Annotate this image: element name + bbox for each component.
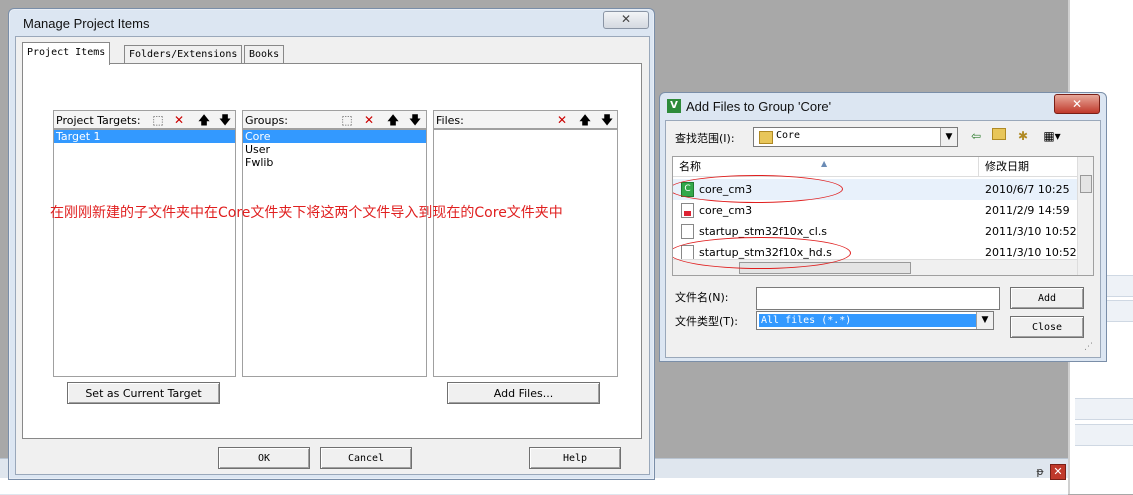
look-in-dropdown[interactable]: Core ▼	[753, 127, 958, 147]
file-date: 2011/2/9 14:59	[985, 204, 1070, 217]
look-in-label: 查找范围(I):	[675, 132, 735, 145]
up-folder-icon[interactable]	[991, 128, 1007, 144]
files-header: Files: ✕ 🡅 🡇	[433, 110, 618, 129]
groups-list[interactable]: Core User Fwlib	[242, 129, 427, 377]
set-current-target-button[interactable]: Set as Current Target	[67, 382, 220, 404]
tab-books[interactable]: Books	[244, 45, 285, 64]
file-row[interactable]: core_cm3 2011/2/9 14:59	[673, 200, 1077, 221]
dialog-title: Add Files to Group 'Core'	[686, 99, 832, 114]
file-type-dropdown[interactable]: All files (*.*) ▼	[756, 311, 994, 330]
close-icon[interactable]: ✕	[1050, 464, 1066, 480]
move-down-icon[interactable]: 🡇	[218, 113, 232, 127]
asm-file-icon	[681, 224, 694, 239]
look-in-value: Core	[776, 130, 801, 141]
close-button[interactable]: ✕	[1054, 94, 1100, 114]
file-date: 2011/3/10 10:52	[985, 225, 1077, 238]
sort-arrow-icon: ▲	[821, 159, 828, 168]
chevron-down-icon[interactable]: ▼	[940, 128, 957, 146]
name-column-label: 名称	[679, 160, 701, 173]
list-item[interactable]: Target 1	[54, 130, 235, 143]
annotation-ellipse	[673, 237, 851, 269]
list-item[interactable]: User	[243, 143, 426, 156]
vertical-scrollbar[interactable]	[1077, 157, 1093, 275]
close-dialog-button[interactable]: Close	[1010, 316, 1084, 338]
list-item[interactable]: Core	[243, 130, 426, 143]
delete-group-icon[interactable]: ✕	[362, 113, 376, 127]
cancel-button[interactable]: Cancel	[320, 447, 412, 469]
file-date: 2010/6/7 10:25	[985, 183, 1070, 196]
groups-header: Groups: ⬚ ✕ 🡅 🡇	[242, 110, 427, 129]
project-targets-header: Project Targets: ⬚ ✕ 🡅 🡇	[53, 110, 236, 129]
annotation-text: 在刚刚新建的子文件夹中在Core文件夹下将这两个文件导入到现在的Core文件夹中	[50, 205, 563, 221]
move-up-icon[interactable]: 🡅	[578, 113, 592, 127]
column-header-date[interactable]: 修改日期	[979, 157, 1077, 177]
file-type-value: All files (*.*)	[759, 314, 977, 327]
background-stripe	[1075, 398, 1133, 420]
folder-icon	[759, 131, 773, 144]
dialog-body: Project Items Folders/Extensions Books P…	[15, 36, 650, 475]
ok-button[interactable]: OK	[218, 447, 310, 469]
new-group-icon[interactable]: ⬚	[340, 113, 354, 127]
new-folder-icon[interactable]: ✱	[1015, 128, 1031, 144]
chevron-down-icon[interactable]: ▼	[976, 312, 993, 329]
files-label: Files:	[436, 114, 464, 127]
tab-project-items[interactable]: Project Items	[22, 42, 111, 65]
move-down-icon[interactable]: 🡇	[408, 113, 422, 127]
project-targets-list[interactable]: Target 1	[53, 129, 236, 377]
move-down-icon[interactable]: 🡇	[600, 113, 614, 127]
add-files-button[interactable]: Add Files...	[447, 382, 600, 404]
tab-panel: Project Targets: ⬚ ✕ 🡅 🡇 Target 1 Groups…	[22, 63, 642, 439]
delete-target-icon[interactable]: ✕	[172, 113, 186, 127]
move-up-icon[interactable]: 🡅	[197, 113, 211, 127]
delete-file-icon[interactable]: ✕	[555, 113, 569, 127]
column-header-name[interactable]: 名称 ▲	[673, 157, 979, 177]
help-button[interactable]: Help	[529, 447, 621, 469]
background-bottom-area	[0, 478, 1068, 494]
file-type-label: 文件类型(T):	[675, 315, 739, 328]
back-icon[interactable]: ⇦	[968, 128, 984, 144]
header-file-icon	[681, 203, 694, 218]
view-menu-icon[interactable]: ▦▾	[1038, 128, 1066, 144]
files-list[interactable]	[433, 129, 618, 377]
project-targets-label: Project Targets:	[56, 114, 141, 127]
groups-label: Groups:	[245, 114, 288, 127]
tab-folders-extensions[interactable]: Folders/Extensions	[124, 45, 243, 64]
close-button[interactable]: ✕	[603, 11, 649, 29]
app-icon: V	[667, 99, 681, 113]
file-name: core_cm3	[699, 204, 753, 217]
dialog-title: Manage Project Items	[23, 16, 150, 31]
pin-icon[interactable]: ᵽ	[1033, 465, 1047, 479]
dialog-body: 查找范围(I): Core ▼ ⇦ ✱ ▦▾ 名称 ▲ 修改日期 C core_…	[665, 120, 1101, 358]
resize-grip-icon[interactable]: ⋰	[1084, 341, 1096, 353]
file-name-input[interactable]	[756, 287, 1000, 310]
manage-project-items-dialog: Manage Project Items ✕ Project Items Fol…	[8, 8, 655, 480]
scrollbar-thumb[interactable]	[1080, 175, 1092, 193]
list-item[interactable]: Fwlib	[243, 156, 426, 169]
file-name-label: 文件名(N):	[675, 291, 729, 304]
annotation-ellipse	[673, 175, 843, 203]
new-target-icon[interactable]: ⬚	[151, 113, 165, 127]
file-list[interactable]: 名称 ▲ 修改日期 C core_cm3 2010/6/7 10:25 core…	[672, 156, 1094, 276]
add-files-dialog: V Add Files to Group 'Core' ✕ 查找范围(I): C…	[659, 92, 1107, 362]
add-button[interactable]: Add	[1010, 287, 1084, 309]
background-stripe	[1075, 424, 1133, 446]
move-up-icon[interactable]: 🡅	[386, 113, 400, 127]
